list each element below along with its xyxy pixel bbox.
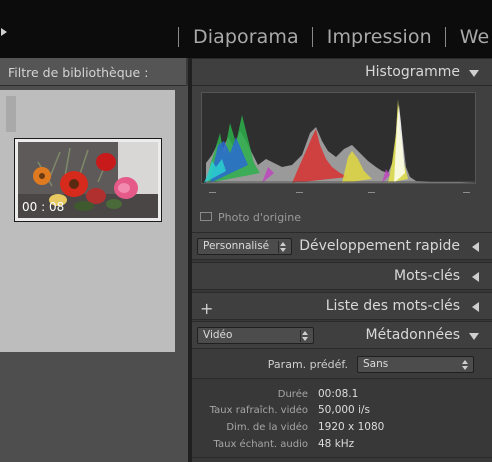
library-filter-bar[interactable]: Filtre de bibliothèque : bbox=[0, 58, 186, 86]
library-filter-label: Filtre de bibliothèque : bbox=[8, 65, 149, 80]
add-keyword-plus-icon[interactable]: + bbox=[200, 299, 213, 318]
video-duration: 00 : 08 bbox=[22, 200, 65, 214]
collapse-arrow-icon[interactable] bbox=[1, 28, 7, 36]
module-separator bbox=[311, 27, 313, 47]
metadata-view-value: Vidéo bbox=[203, 329, 233, 341]
module-slideshow[interactable]: Diaporama bbox=[193, 26, 299, 48]
metadata-row: Dim. de la vidéo 1920 x 1080 bbox=[192, 420, 492, 436]
module-print[interactable]: Impression bbox=[327, 26, 432, 48]
metadata-preset-select[interactable]: Sans bbox=[357, 356, 474, 373]
metadata-row: Taux rafraîch. vidéo 50,000 i/s bbox=[192, 403, 492, 419]
metadata-field-value[interactable]: 50,000 i/s bbox=[318, 404, 370, 416]
metadata-field-label: Taux rafraîch. vidéo bbox=[209, 405, 308, 416]
metadata-header[interactable]: Vidéo Métadonnées bbox=[192, 321, 492, 349]
updown-arrows-icon bbox=[302, 329, 310, 342]
video-thumbnail[interactable]: 00 : 08 bbox=[18, 142, 158, 218]
metadata-field-value[interactable]: 48 kHz bbox=[318, 438, 354, 450]
expand-triangle-icon bbox=[472, 272, 479, 282]
metadata-field-label: Dim. de la vidéo bbox=[226, 422, 308, 433]
original-photo-label: Photo d'origine bbox=[218, 211, 301, 224]
keyword-list-header[interactable]: Liste des mots-clés bbox=[192, 292, 492, 320]
collapse-triangle-icon bbox=[469, 70, 479, 77]
histogram-header[interactable]: Histogramme bbox=[192, 58, 492, 86]
module-separator bbox=[178, 27, 179, 47]
original-photo-checkbox[interactable] bbox=[200, 212, 212, 221]
metadata-field-label: Taux échant. audio bbox=[213, 439, 308, 450]
module-list: Diaporama Impression We bbox=[178, 24, 492, 50]
metadata-view-select[interactable]: Vidéo bbox=[197, 327, 314, 344]
metadata-preset-label: Param. prédéf. bbox=[267, 358, 348, 371]
metadata-field-label: Durée bbox=[277, 389, 308, 400]
updown-arrows-icon bbox=[280, 240, 288, 253]
select-divider bbox=[300, 330, 301, 342]
metadata-title: Métadonnées bbox=[365, 327, 460, 343]
thumbnail-frame[interactable]: 00 : 08 bbox=[14, 138, 162, 222]
histogram-title: Histogramme bbox=[365, 64, 460, 80]
quick-develop-title: Développement rapide bbox=[299, 238, 460, 254]
updown-arrows-icon bbox=[462, 358, 470, 371]
histogram-chart[interactable] bbox=[201, 92, 476, 184]
cell-badge bbox=[6, 96, 16, 132]
metadata-preset-value: Sans bbox=[363, 358, 389, 370]
keywording-title: Mots-clés bbox=[394, 268, 460, 284]
grid-cell[interactable]: 00 : 08 bbox=[0, 90, 175, 352]
expand-triangle-icon bbox=[472, 302, 479, 312]
metadata-field-value[interactable]: 1920 x 1080 bbox=[318, 421, 384, 433]
collapse-triangle-icon bbox=[469, 333, 479, 340]
module-separator bbox=[444, 27, 446, 47]
histogram-zone-markers bbox=[201, 192, 476, 196]
module-picker-bar: Diaporama Impression We bbox=[0, 0, 492, 58]
keyword-list-title: Liste des mots-clés bbox=[325, 298, 460, 314]
metadata-bottom-divider bbox=[192, 457, 492, 458]
quick-develop-header[interactable]: Personnalisé Développement rapide bbox=[192, 232, 492, 260]
metadata-row: Taux échant. audio 48 kHz bbox=[192, 437, 492, 453]
keywording-header[interactable]: Mots-clés bbox=[192, 262, 492, 290]
grid-view: 00 : 08 bbox=[0, 86, 188, 462]
select-divider bbox=[278, 241, 279, 253]
expand-triangle-icon bbox=[472, 242, 479, 252]
quick-develop-preset-select[interactable]: Personnalisé bbox=[197, 238, 292, 255]
module-web[interactable]: We bbox=[460, 26, 490, 48]
metadata-field-value[interactable]: 00:08.1 bbox=[318, 388, 358, 400]
histogram-graph bbox=[202, 93, 475, 183]
quick-develop-preset-value: Personnalisé bbox=[203, 240, 270, 252]
metadata-row: Durée 00:08.1 bbox=[192, 387, 492, 403]
